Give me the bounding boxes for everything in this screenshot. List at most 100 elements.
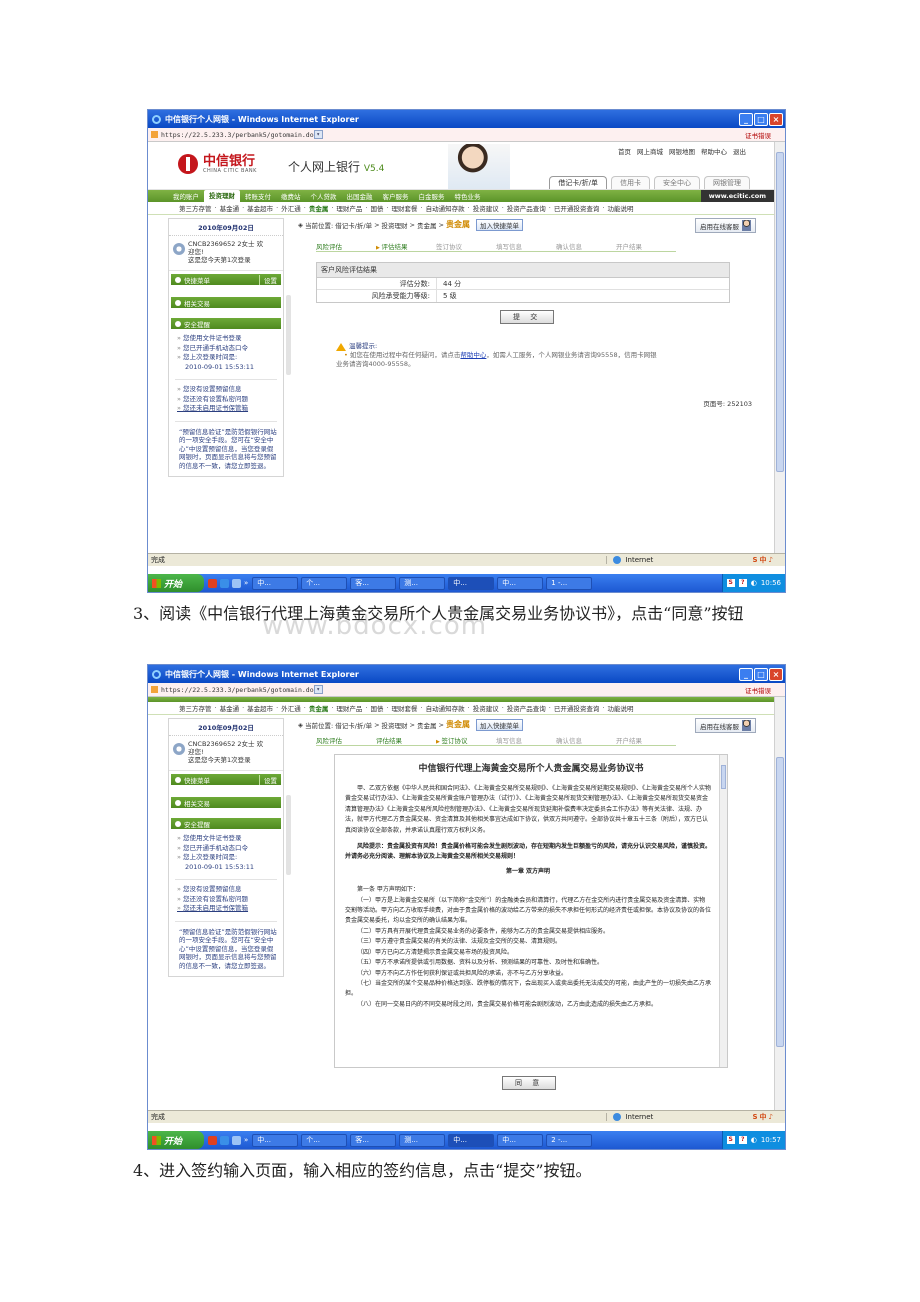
logout-link[interactable]: 退出 — [733, 146, 746, 156]
subnav-precious-metal[interactable]: 贵金属 — [306, 203, 332, 213]
nav-payment[interactable]: 缴费站 — [276, 191, 306, 201]
scroll-thumb[interactable] — [776, 757, 784, 1047]
quicklaunch-more[interactable]: » — [244, 1136, 248, 1145]
subnav-package[interactable]: 理财套餐 — [389, 203, 421, 213]
subnav-forex[interactable]: 外汇通 — [278, 203, 304, 213]
subnav-product-query[interactable]: 投资产品查询 — [504, 203, 549, 213]
acrobat-icon[interactable] — [208, 1135, 217, 1145]
task-item[interactable]: 个... — [301, 1133, 348, 1147]
subnav-fund-tong[interactable]: 基金通 — [217, 203, 243, 213]
ime-toolbar-icon[interactable]: S中♪ — [752, 1112, 775, 1122]
subnav-package[interactable]: 理财套餐 — [389, 703, 421, 713]
subnav-third-party[interactable]: 第三方存管 — [176, 703, 215, 713]
start-button[interactable]: 开始 — [148, 1131, 204, 1149]
tray-s-icon[interactable]: S — [726, 1136, 735, 1144]
minimize-button[interactable]: _ — [739, 112, 753, 126]
subnav-wealth[interactable]: 理财产品 — [333, 703, 365, 713]
subnav-help[interactable]: 功能说明 — [604, 203, 636, 213]
add-quick-menu-button[interactable]: 加入快捷菜单 — [475, 718, 523, 731]
tray-help-icon[interactable]: ? — [738, 579, 747, 587]
related-trans-bar[interactable]: 相关交易 — [171, 297, 281, 308]
cert-error-badge[interactable]: 证书错误 — [745, 685, 771, 695]
add-quick-menu-button[interactable]: 加入快捷菜单 — [475, 218, 523, 231]
home-link[interactable]: 首页 — [618, 146, 631, 156]
online-service-button[interactable]: 启用在线客服 — [695, 218, 756, 233]
acrobat-icon[interactable] — [208, 578, 217, 588]
agreement-scrollbar[interactable] — [719, 755, 727, 1067]
help-link[interactable]: 帮助中心 — [701, 146, 727, 156]
address-dropdown-icon[interactable]: ▾ — [313, 130, 323, 139]
breadcrumb-debit[interactable]: 借记卡/折/单 — [335, 220, 372, 230]
quick-menu-settings[interactable]: 设置 — [259, 774, 281, 785]
tip-reserved-info[interactable]: 您没有设置预留信息 — [177, 385, 277, 395]
nav-platinum[interactable]: 白金服务 — [414, 191, 450, 201]
subnav-notice-deposit[interactable]: 自动通知存款 — [423, 703, 468, 713]
subnav-bonds[interactable]: 国债 — [367, 703, 386, 713]
agree-button[interactable]: 同 意 — [502, 1076, 557, 1090]
tab-ebank-admin[interactable]: 网银管理 — [704, 176, 750, 189]
quick-menu-settings[interactable]: 设置 — [259, 274, 281, 285]
ie-quick-icon[interactable] — [220, 578, 229, 588]
nav-my-account[interactable]: 我的账户 — [168, 191, 204, 201]
nav-special[interactable]: 特色业务 — [450, 191, 486, 201]
sitemap-link[interactable]: 网银地图 — [669, 146, 695, 156]
submit-button[interactable]: 提 交 — [500, 310, 555, 324]
task-item[interactable]: 测... — [399, 576, 446, 590]
subnav-product-query[interactable]: 投资产品查询 — [504, 703, 549, 713]
breadcrumb-metal[interactable]: 贵金属 — [417, 720, 437, 730]
task-item[interactable]: 中... — [448, 1133, 495, 1147]
tray-volume-icon[interactable]: ◐ — [751, 1136, 757, 1144]
mall-link[interactable]: 网上商城 — [637, 146, 663, 156]
subnav-opened-query[interactable]: 已开通投资查询 — [551, 703, 603, 713]
vertical-scrollbar[interactable] — [774, 142, 785, 553]
tip-cert-box[interactable]: 您还未启用证书保管箱 — [177, 904, 277, 914]
tab-debit-card[interactable]: 借记卡/折/单 — [549, 176, 607, 189]
breadcrumb-metal[interactable]: 贵金属 — [417, 220, 437, 230]
close-button[interactable]: × — [769, 667, 783, 681]
address-url[interactable]: https://22.5.233.3/perbank5/gotomain.do — [161, 686, 314, 694]
tray-s-icon[interactable]: S — [726, 579, 735, 587]
tip-private-question[interactable]: 您还没有设置私密问题 — [177, 895, 277, 905]
subnav-fund-market[interactable]: 基金超市 — [244, 203, 276, 213]
security-bar[interactable]: 安全提醒 — [171, 318, 281, 329]
subnav-opened-query[interactable]: 已开通投资查询 — [551, 203, 603, 213]
maximize-button[interactable]: □ — [754, 112, 768, 126]
minimize-button[interactable]: _ — [739, 667, 753, 681]
task-item[interactable]: 中... — [448, 576, 495, 590]
nav-transfer[interactable]: 转账支付 — [240, 191, 276, 201]
start-button[interactable]: 开始 — [148, 574, 204, 592]
security-bar[interactable]: 安全提醒 — [171, 818, 281, 829]
maximize-button[interactable]: □ — [754, 667, 768, 681]
desktop-icon[interactable] — [232, 1135, 241, 1145]
sidebar-splitter[interactable] — [286, 295, 291, 375]
task-item[interactable]: 客... — [350, 1133, 397, 1147]
subnav-help[interactable]: 功能说明 — [604, 703, 636, 713]
subnav-notice-deposit[interactable]: 自动通知存款 — [423, 203, 468, 213]
online-service-button[interactable]: 启用在线客服 — [695, 718, 756, 733]
address-dropdown-icon[interactable]: ▾ — [313, 685, 323, 694]
task-item[interactable]: 中... — [252, 1133, 299, 1147]
address-bar[interactable]: https://22.5.233.3/perbank5/gotomain.do … — [148, 683, 785, 697]
nav-loans[interactable]: 个人贷款 — [306, 191, 342, 201]
subnav-fund-market[interactable]: 基金超市 — [244, 703, 276, 713]
tab-credit-card[interactable]: 信用卡 — [611, 176, 650, 189]
task-item[interactable]: 客... — [350, 576, 397, 590]
quicklaunch-more[interactable]: » — [244, 579, 248, 588]
tip-reserved-info[interactable]: 您没有设置预留信息 — [177, 885, 277, 895]
quick-menu-bar[interactable]: 快捷菜单 设置 — [171, 774, 281, 785]
subnav-advice[interactable]: 投资建议 — [470, 203, 502, 213]
subnav-bonds[interactable]: 国债 — [367, 203, 386, 213]
nav-overseas[interactable]: 出国金融 — [342, 191, 378, 201]
scroll-thumb[interactable] — [776, 152, 784, 472]
breadcrumb-investment[interactable]: 投资理财 — [382, 220, 408, 230]
breadcrumb-investment[interactable]: 投资理财 — [382, 720, 408, 730]
ie-quick-icon[interactable] — [220, 1135, 229, 1145]
agreement-scroll-thumb[interactable] — [721, 765, 726, 789]
subnav-wealth[interactable]: 理财产品 — [333, 203, 365, 213]
task-item-word[interactable]: 1 -... — [546, 576, 593, 590]
tab-security-center[interactable]: 安全中心 — [654, 176, 700, 189]
tray-volume-icon[interactable]: ◐ — [751, 579, 757, 587]
task-item[interactable]: 中... — [252, 576, 299, 590]
cert-error-badge[interactable]: 证书错误 — [745, 130, 771, 140]
breadcrumb-debit[interactable]: 借记卡/折/单 — [335, 720, 372, 730]
